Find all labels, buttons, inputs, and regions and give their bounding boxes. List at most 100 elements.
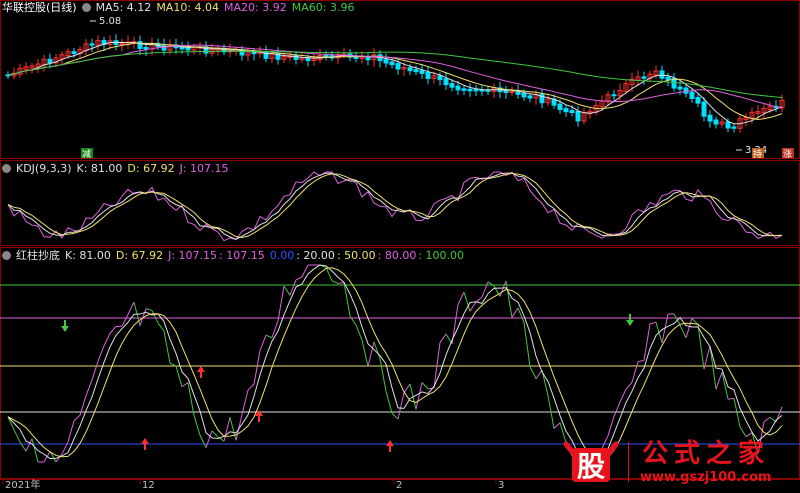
candle-down: [696, 97, 700, 103]
ind-j-segment: [224, 417, 230, 441]
settings-circle-icon[interactable]: [2, 164, 11, 173]
buy-arrow-icon: [386, 440, 394, 452]
candle-down: [678, 87, 682, 89]
ind-j-segment: [122, 314, 128, 326]
candle-down: [444, 79, 448, 85]
ind-j-segment: [512, 308, 518, 317]
ind-j-segment: [650, 322, 656, 324]
ind-j-segment: [434, 343, 440, 388]
candle-down: [474, 90, 478, 91]
ind-j-segment: [686, 318, 692, 337]
ind-j-segment: [764, 417, 770, 421]
x-axis-label: 2021年: [5, 478, 40, 489]
ind-j-segment: [110, 326, 116, 333]
settings-circle-icon[interactable]: [82, 3, 91, 12]
candle-down: [528, 96, 532, 98]
candle-down: [366, 57, 370, 60]
buy-arrow-icon: [197, 366, 205, 378]
badge-mid: 持: [753, 148, 762, 160]
high-marker-label: 5.08: [99, 16, 121, 27]
ind-j-segment: [278, 286, 284, 321]
ind-j-segment: [98, 346, 104, 361]
ref-80-label: : 80.00: [378, 249, 417, 262]
candle-down: [504, 91, 508, 93]
ind-j-segment: [200, 435, 206, 447]
ma20-label: MA20: 3.92: [224, 1, 287, 14]
main-panel-header: 华联控股(日线) MA5: 4.12 MA10: 4.04 MA20: 3.92 MA6…: [2, 1, 359, 15]
ma5-label: MA5: 4.12: [96, 1, 152, 14]
ma60-label: MA60: 3.96: [292, 1, 355, 14]
candle-down: [456, 86, 460, 90]
candle-down: [570, 111, 574, 113]
candle-down: [642, 77, 646, 78]
ind-j-segment: [620, 389, 626, 402]
candle-down: [414, 70, 418, 72]
kdj-panel-header: KDJ(9,3,3)K: 81.00D: 67.92J: 107.15: [2, 162, 234, 176]
ind-j-segment: [362, 340, 368, 366]
candle-down: [714, 120, 718, 124]
kdj-name: KDJ(9,3,3): [16, 162, 72, 175]
candle-down: [708, 115, 712, 121]
ind-j2-label: : 107.15: [219, 249, 265, 262]
ind-j-segment: [326, 268, 332, 281]
ref-50-label: : 50.00: [337, 249, 376, 262]
ind-j-segment: [716, 372, 722, 389]
chart-canvas[interactable]: 5.083.34减持涨2021年1223: [0, 0, 800, 489]
ind-j-segment: [158, 323, 164, 331]
ind-j-segment: [734, 399, 740, 427]
ind-j-segment: [440, 334, 446, 343]
ind-j-segment: [416, 382, 422, 409]
x-axis-label: 3: [498, 480, 504, 489]
ind-j-segment: [740, 427, 746, 437]
watermark-logo: 股: [560, 438, 622, 484]
ind-j-segment: [14, 430, 20, 442]
ind-j-segment: [86, 380, 92, 396]
watermark-url: www.gszj100.com: [640, 470, 771, 485]
candle-down: [264, 52, 268, 59]
ind-j-segment: [536, 370, 542, 379]
ind-j-segment: [470, 302, 476, 311]
candle-down: [48, 59, 52, 63]
x-axis-label: 12: [142, 480, 155, 489]
watermark-title: 公式之家: [642, 438, 770, 470]
ind-j-segment: [626, 382, 632, 389]
candle-down: [462, 89, 466, 91]
candle-down: [690, 92, 694, 98]
ind-j-segment: [458, 292, 464, 304]
ma10-label: MA10: 4.04: [156, 1, 219, 14]
candle-down: [396, 64, 400, 69]
badge-right: 涨: [783, 149, 792, 160]
candle-down: [702, 102, 706, 116]
ind-j-segment: [284, 286, 290, 295]
candle-down: [450, 84, 454, 88]
ind-j-segment: [260, 335, 266, 350]
kdj-k-line: [8, 173, 782, 239]
ind-j-segment: [332, 281, 338, 284]
ind-j-segment: [614, 402, 620, 416]
candle-down: [684, 88, 688, 93]
settings-circle-icon[interactable]: [2, 251, 11, 260]
ind-d-line: [8, 268, 782, 461]
ind-j-segment: [644, 324, 650, 360]
ind-j-segment: [710, 346, 716, 389]
stock-chart[interactable]: 5.083.34减持涨2021年1223 华联控股(日线)MA5: 4.12MA…: [0, 0, 800, 489]
ind-j-segment: [146, 309, 152, 311]
ind-j-label: J: 107.15: [168, 249, 217, 262]
indicator-panel-header: 红柱抄底K: 81.00D: 67.92J: 107.15: 107.150.0…: [2, 249, 469, 263]
stock-name: 华联控股(日线): [2, 1, 77, 14]
ind-j-segment: [104, 333, 110, 345]
ind-j-segment: [248, 384, 254, 390]
ref-20-label: : 20.00: [296, 249, 335, 262]
ind-j-segment: [356, 325, 362, 340]
ind-j-segment: [26, 439, 32, 451]
badge-left: 减: [82, 148, 91, 160]
x-axis-label: 2: [396, 480, 402, 489]
ind-j-segment: [530, 367, 536, 379]
ind-j-segment: [68, 421, 74, 442]
candle-down: [384, 60, 388, 63]
candle-down: [516, 91, 520, 94]
candle-down: [666, 77, 670, 79]
candle-down: [660, 71, 664, 78]
ind-j-segment: [500, 281, 506, 296]
ind-k-label: K: 81.00: [65, 249, 111, 262]
